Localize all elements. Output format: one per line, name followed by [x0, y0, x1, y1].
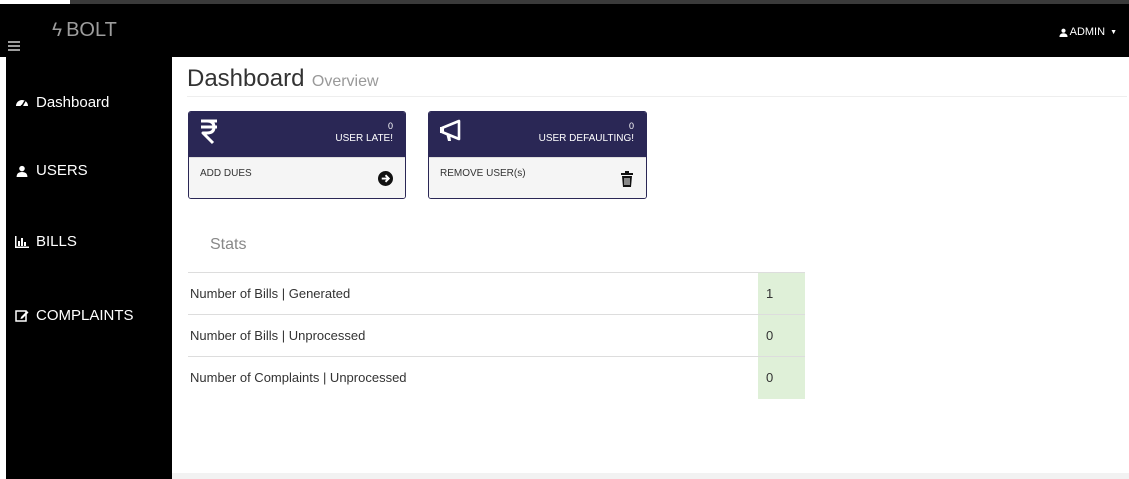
- late-users-count: 0: [387, 121, 393, 131]
- late-users-label: USER LATE!: [335, 133, 393, 144]
- late-users-panel: 0 USER LATE! ADD DUES: [188, 111, 406, 199]
- sidebar: Dashboard USERS BILLS COMPLAINTS: [6, 57, 172, 479]
- user-name: ADMIN: [1069, 26, 1106, 38]
- sidebar-item-dashboard[interactable]: Dashboard: [14, 94, 109, 111]
- defaulting-users-panel: 0 USER DEFAULTING! REMOVE USER(s): [428, 111, 647, 199]
- stat-name: Number of Bills | Unprocessed: [188, 314, 758, 357]
- sidebar-item-label: Dashboard: [36, 94, 110, 111]
- brand-logo[interactable]: ϟ BOLT: [52, 19, 117, 42]
- remove-users-label: REMOVE USER(s): [440, 168, 526, 179]
- arrow-circle-right-icon: [378, 171, 393, 191]
- sidebar-item-complaints[interactable]: COMPLAINTS: [14, 307, 134, 324]
- sidebar-item-users[interactable]: USERS: [14, 162, 88, 179]
- footer-divider: [172, 473, 1129, 479]
- defaulting-users-count: 0: [628, 121, 634, 131]
- top-navbar: ϟ BOLT ADMIN ▼: [0, 4, 1129, 57]
- table-row: Number of Complaints | Unprocessed 0: [188, 356, 805, 399]
- trash-icon: [620, 171, 634, 192]
- table-row: Number of Bills | Unprocessed 0: [188, 314, 805, 357]
- user-icon: [1059, 28, 1068, 37]
- remove-users-link[interactable]: REMOVE USER(s): [429, 157, 646, 198]
- stats-heading: Stats: [210, 236, 247, 253]
- defaulting-users-label: USER DEFAULTING!: [538, 133, 634, 144]
- stat-value: 0: [757, 356, 805, 399]
- menu-toggle-icon[interactable]: [8, 41, 20, 51]
- dashboard-icon: [14, 96, 30, 110]
- sidebar-item-bills[interactable]: BILLS: [14, 233, 77, 250]
- stat-value: 1: [757, 272, 805, 315]
- rupee-icon: [199, 119, 219, 150]
- edit-icon: [14, 309, 30, 323]
- bolt-icon: ϟ: [52, 19, 63, 41]
- sidebar-item-label: BILLS: [36, 233, 77, 250]
- stat-value: 0: [757, 314, 805, 357]
- add-dues-link[interactable]: ADD DUES: [189, 157, 405, 198]
- sidebar-item-label: COMPLAINTS: [36, 307, 134, 324]
- stat-name: Number of Complaints | Unprocessed: [188, 356, 758, 399]
- panel-heading: 0 USER LATE!: [189, 112, 405, 157]
- page-subtitle: Overview: [311, 73, 379, 90]
- user-dropdown[interactable]: ADMIN ▼: [1059, 26, 1117, 38]
- table-row: Number of Bills | Generated 1: [188, 272, 805, 315]
- brand-name: BOLT: [66, 19, 117, 41]
- main-content: Dashboard Overview 0 USER LATE! ADD DUES…: [172, 57, 1129, 477]
- sidebar-item-label: USERS: [36, 162, 88, 179]
- bullhorn-icon: [439, 119, 467, 150]
- add-dues-label: ADD DUES: [200, 168, 252, 179]
- bar-chart-icon: [14, 235, 30, 248]
- stat-name: Number of Bills | Generated: [188, 272, 758, 315]
- caret-down-icon: ▼: [1110, 28, 1117, 36]
- page-header: Dashboard Overview: [187, 65, 1127, 97]
- panel-heading: 0 USER DEFAULTING!: [429, 112, 646, 157]
- stats-table: Number of Bills | Generated 1 Number of …: [188, 272, 805, 399]
- user-icon: [14, 165, 30, 177]
- page-title: Dashboard: [187, 65, 305, 92]
